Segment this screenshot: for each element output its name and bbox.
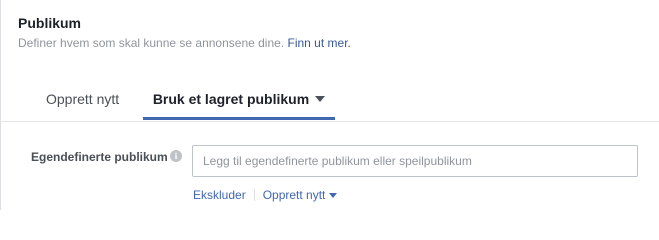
chevron-down-icon — [315, 96, 326, 102]
audience-tabs: Opprett nytt Bruk et lagret publikum — [0, 81, 659, 122]
tab-create-new[interactable]: Opprett nytt — [46, 81, 119, 120]
tab-saved-audience[interactable]: Bruk et lagret publikum — [143, 81, 335, 120]
description-text: Definer hvem som skal kunne se annonsene… — [18, 36, 285, 50]
tab-saved-audience-label: Bruk et lagret publikum — [152, 91, 310, 107]
tab-create-new-label: Opprett nytt — [46, 91, 120, 107]
exclude-link[interactable]: Ekskluder — [193, 188, 246, 202]
create-new-dropdown[interactable]: Opprett nytt — [263, 188, 338, 202]
custom-audience-label: Egendefinerte publikum — [31, 150, 168, 164]
audience-actions: Ekskluder Opprett nytt — [193, 188, 338, 202]
chevron-down-icon — [329, 193, 338, 198]
action-divider — [253, 189, 255, 201]
section-description: Definer hvem som skal kunne se annonsene… — [18, 36, 351, 50]
section-title: Publikum — [18, 15, 82, 31]
learn-more-link[interactable]: Finn ut mer. — [288, 36, 351, 50]
create-new-label: Opprett nytt — [262, 188, 326, 202]
custom-audience-input[interactable] — [192, 145, 638, 177]
info-icon[interactable]: i — [170, 150, 182, 162]
